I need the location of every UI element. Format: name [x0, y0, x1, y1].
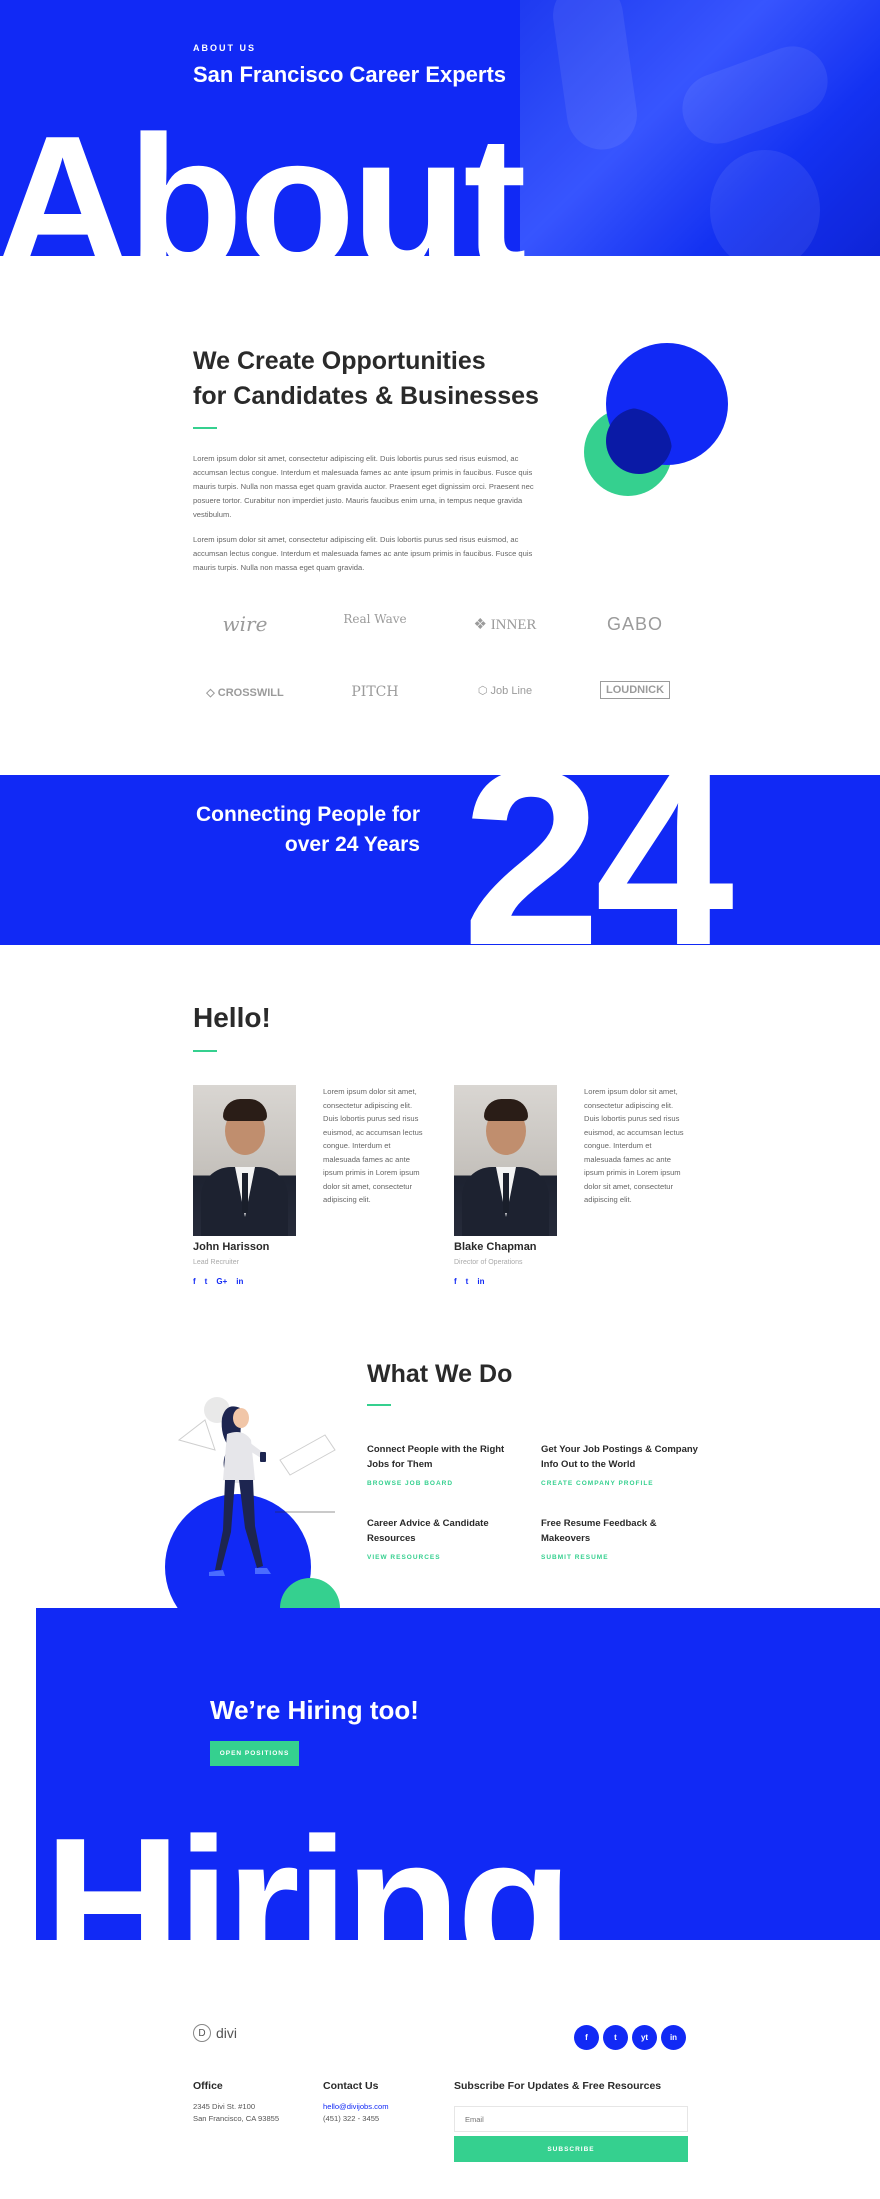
years-big-number: 24: [462, 775, 734, 945]
hiring-section: We’re Hiring too! OPEN POSITIONS Hiring: [36, 1608, 880, 1940]
accent-divider: [367, 1404, 391, 1406]
accent-divider: [193, 1050, 217, 1052]
team-name: Blake Chapman: [454, 1241, 537, 1253]
hero-big-word: About: [0, 97, 527, 256]
service-title: Get Your Job Postings & Company Info Out…: [541, 1444, 698, 1470]
team-name: John Harisson: [193, 1241, 270, 1253]
hiring-title: We’re Hiring too!: [210, 1695, 419, 1725]
footer-social-links: f t yt in: [574, 2025, 686, 2050]
years-line1: Connecting People for: [195, 803, 420, 826]
page: ABOUT US San Francisco Career Experts Ab…: [0, 0, 880, 2199]
client-logo-wire: wire: [222, 612, 268, 636]
team-social-links: f t G+ in: [193, 1277, 243, 1286]
service-title: Connect People with the Right Jobs for T…: [367, 1444, 505, 1470]
hero-eyebrow: ABOUT US: [193, 43, 256, 53]
open-positions-button[interactable]: OPEN POSITIONS: [210, 1741, 299, 1766]
accent-divider: [193, 427, 217, 429]
client-logo-jobline: ⬡ Job Line: [477, 685, 533, 697]
service-link-create-company-profile[interactable]: CREATE COMPANY PROFILE: [541, 1480, 654, 1487]
years-section: Connecting People for over 24 Years 24: [0, 775, 880, 945]
team-photo-blake: [454, 1085, 557, 1236]
intro-heading-line2: for Candidates & Businesses: [193, 382, 539, 410]
twitter-icon[interactable]: t: [205, 1277, 208, 1286]
team-social-links: f t in: [454, 1277, 484, 1286]
hello-title: Hello!: [193, 1002, 271, 1033]
contact-heading: Contact Us: [323, 2080, 379, 2092]
intro-heading: We Create Opportunities for Candidates &…: [193, 344, 583, 414]
email-input[interactable]: [454, 2106, 688, 2132]
contact-phone: (451) 322 - 3455: [323, 2114, 380, 2123]
linkedin-icon[interactable]: in: [236, 1277, 243, 1286]
youtube-icon[interactable]: yt: [632, 2025, 657, 2050]
linkedin-icon[interactable]: in: [477, 1277, 484, 1286]
hero-title: San Francisco Career Experts: [193, 62, 507, 87]
what-we-do-title: What We Do: [367, 1360, 513, 1388]
client-logo-inner: ❖ INNER: [473, 617, 537, 633]
service-title: Free Resume Feedback & Makeovers: [541, 1518, 657, 1544]
contact-email-link[interactable]: hello@divijobs.com: [323, 2101, 389, 2113]
google-plus-icon[interactable]: G+: [216, 1277, 227, 1286]
office-heading: Office: [193, 2080, 223, 2092]
person-with-phone-illustration: [177, 1397, 336, 1576]
hero-background-photo: [520, 0, 880, 256]
twitter-icon[interactable]: t: [466, 1277, 469, 1286]
years-text: Connecting People for over 24 Years: [170, 800, 420, 860]
divi-logo-text: divi: [216, 2025, 238, 2041]
service-link-browse-job-board[interactable]: BROWSE JOB BOARD: [367, 1480, 453, 1487]
client-logo-realwave: Real Wave: [343, 612, 407, 626]
facebook-icon[interactable]: f: [193, 1277, 196, 1286]
client-logo-gabo: GABO: [606, 614, 663, 634]
intro-heading-line1: We Create Opportunities: [193, 347, 486, 375]
team-photo-john: [193, 1085, 296, 1236]
subscribe-button[interactable]: SUBSCRIBE: [454, 2136, 688, 2162]
service-title: Career Advice & Candidate Resources: [367, 1518, 489, 1544]
years-line2: over 24 Years: [284, 833, 420, 856]
team-role: Director of Operations: [454, 1259, 523, 1266]
team-bio: Lorem ipsum dolor sit amet, consectetur …: [584, 1087, 684, 1204]
twitter-icon[interactable]: t: [603, 2025, 628, 2050]
divi-logo-mark: D: [193, 2024, 211, 2042]
client-logo-pitch: PITCH: [351, 684, 399, 700]
subscribe-heading: Subscribe For Updates & Free Resources: [454, 2080, 662, 2092]
client-logo-loudnick: LOUDNICK: [580, 681, 690, 699]
office-address: 2345 Divi St. #100 San Francisco, CA 9385…: [193, 2102, 280, 2123]
team-role: Lead Recruiter: [193, 1259, 239, 1266]
intro-paragraph: Lorem ipsum dolor sit amet, consectetur …: [193, 454, 534, 519]
service-link-submit-resume[interactable]: SUBMIT RESUME: [541, 1554, 609, 1561]
client-logo-crosswill: ◇ CROSSWILL: [206, 687, 284, 699]
footer-logo[interactable]: D divi: [193, 2024, 237, 2042]
facebook-icon[interactable]: f: [574, 2025, 599, 2050]
hero-section: ABOUT US San Francisco Career Experts Ab…: [0, 0, 880, 256]
facebook-icon[interactable]: f: [454, 1277, 457, 1286]
team-bio: Lorem ipsum dolor sit amet, consectetur …: [323, 1087, 423, 1204]
service-link-view-resources[interactable]: VIEW RESOURCES: [367, 1554, 441, 1561]
intro-paragraph: Lorem ipsum dolor sit amet, consectetur …: [193, 535, 533, 572]
linkedin-icon[interactable]: in: [661, 2025, 686, 2050]
hiring-big-word: Hiring: [44, 1799, 573, 1940]
